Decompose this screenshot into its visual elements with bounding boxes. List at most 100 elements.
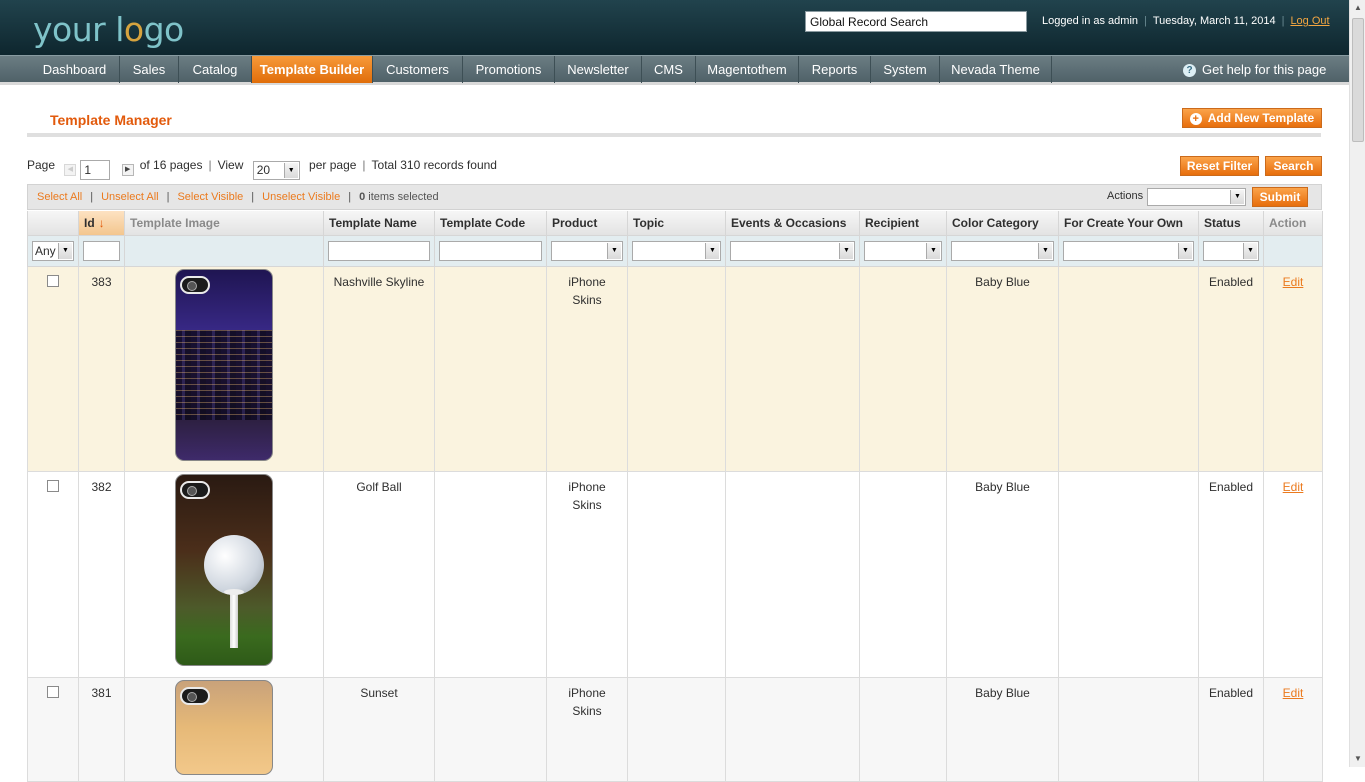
total-records: Total 310 records found bbox=[371, 158, 497, 172]
scroll-down-icon[interactable]: ▼ bbox=[1352, 754, 1364, 764]
row-checkbox[interactable] bbox=[47, 685, 59, 698]
add-new-template-button[interactable]: + Add New Template bbox=[1182, 108, 1322, 128]
logout-link[interactable]: Log Out bbox=[1290, 15, 1329, 27]
next-page-icon[interactable]: ▶ bbox=[121, 164, 134, 176]
col-product[interactable]: Product bbox=[546, 211, 628, 236]
view-label: View bbox=[217, 158, 244, 172]
chevron-down-icon: ▼ bbox=[1178, 242, 1192, 259]
filter-status-select[interactable]: ▼ bbox=[1203, 240, 1259, 261]
logo[interactable]: your logo bbox=[33, 10, 184, 49]
row-id: 383 bbox=[78, 266, 125, 472]
filter-color-select[interactable]: ▼ bbox=[951, 240, 1054, 261]
row-checkbox[interactable] bbox=[47, 274, 59, 287]
col-action: Action bbox=[1263, 211, 1323, 236]
row-events bbox=[725, 677, 860, 782]
help-text: Get help for this page bbox=[1202, 62, 1327, 77]
template-image bbox=[175, 268, 273, 461]
sort-down-icon: ↓ bbox=[98, 215, 105, 230]
filter-id-input[interactable] bbox=[83, 240, 120, 261]
grid-filter-row: Any ▼ ▼ ▼ ▼ ▼ ▼ ▼ ▼ bbox=[27, 234, 1323, 267]
col-id[interactable]: Id ↓ bbox=[78, 211, 125, 236]
filter-select-any[interactable]: Any ▼ bbox=[32, 240, 74, 261]
nav-newsletter[interactable]: Newsletter bbox=[555, 56, 642, 83]
select-all-link[interactable]: Select All bbox=[37, 191, 82, 203]
edit-link[interactable]: Edit bbox=[1283, 480, 1304, 494]
filter-create-own-select[interactable]: ▼ bbox=[1063, 240, 1194, 261]
nav-reports[interactable]: Reports bbox=[799, 56, 871, 83]
filter-events-select[interactable]: ▼ bbox=[730, 240, 855, 261]
prev-page-icon[interactable]: ◀ bbox=[64, 164, 77, 176]
submit-button[interactable]: Submit bbox=[1252, 187, 1308, 207]
actions-select[interactable]: ▼ bbox=[1147, 188, 1246, 206]
plus-icon: + bbox=[1189, 113, 1202, 125]
template-image bbox=[175, 473, 273, 666]
unselect-all-link[interactable]: Unselect All bbox=[101, 191, 158, 203]
nav-nevada-theme[interactable]: Nevada Theme bbox=[940, 56, 1052, 83]
edit-link[interactable]: Edit bbox=[1283, 275, 1304, 289]
table-row[interactable]: 381 Sunset iPhone Skins Baby Blue Enabled… bbox=[27, 677, 1323, 782]
col-recipient[interactable]: Recipient bbox=[859, 211, 947, 236]
camera-icon bbox=[180, 275, 210, 294]
chevron-down-icon: ▼ bbox=[58, 242, 72, 259]
search-button[interactable]: Search bbox=[1265, 156, 1322, 176]
template-image bbox=[175, 679, 273, 775]
logged-in-text: Logged in as admin bbox=[1042, 15, 1139, 27]
filter-code-input[interactable] bbox=[439, 240, 542, 261]
nav-customers[interactable]: Customers bbox=[373, 56, 463, 83]
edit-link[interactable]: Edit bbox=[1283, 686, 1304, 700]
reset-filter-button[interactable]: Reset Filter bbox=[1180, 156, 1259, 176]
row-checkbox[interactable] bbox=[47, 479, 59, 492]
select-visible-link[interactable]: Select Visible bbox=[177, 191, 243, 203]
col-template-code[interactable]: Template Code bbox=[434, 211, 547, 236]
filter-name-input[interactable] bbox=[328, 240, 430, 261]
main-nav: Dashboard Sales Catalog Template Builder… bbox=[0, 55, 1349, 85]
col-color-category[interactable]: Color Category bbox=[946, 211, 1059, 236]
col-create-your-own[interactable]: For Create Your Own bbox=[1058, 211, 1199, 236]
nav-magentothem[interactable]: Magentothem bbox=[696, 56, 799, 83]
per-page-select[interactable]: 20 ▼ bbox=[252, 161, 300, 180]
selected-text: items selected bbox=[368, 191, 439, 203]
table-row[interactable]: 382 Golf Ball iPhone Skins Baby Blue Enab… bbox=[27, 471, 1323, 678]
filter-product-select[interactable]: ▼ bbox=[551, 240, 623, 261]
row-events bbox=[725, 471, 860, 678]
page-label: Page bbox=[27, 158, 56, 172]
scroll-up-icon[interactable]: ▲ bbox=[1352, 3, 1364, 13]
nav-sales[interactable]: Sales bbox=[120, 56, 179, 83]
nav-catalog[interactable]: Catalog bbox=[179, 56, 252, 83]
scroll-thumb[interactable] bbox=[1352, 18, 1364, 142]
chevron-down-icon: ▼ bbox=[607, 242, 621, 259]
col-events[interactable]: Events & Occasions bbox=[725, 211, 860, 236]
col-status[interactable]: Status bbox=[1198, 211, 1264, 236]
massaction-bar: Select All | Unselect All | Select Visible | U… bbox=[27, 184, 1322, 210]
page-scrollbar[interactable]: ▲ ▼ bbox=[1349, 0, 1365, 767]
nav-promotions[interactable]: Promotions bbox=[463, 56, 555, 83]
table-row[interactable]: 383 Nashville Skyline iPhone Skins Baby B… bbox=[27, 266, 1323, 472]
row-status: Enabled bbox=[1198, 677, 1264, 782]
product-line-2: Skins bbox=[572, 497, 602, 512]
col-checkbox bbox=[27, 211, 79, 236]
row-recipient bbox=[859, 266, 947, 472]
nav-system[interactable]: System bbox=[871, 56, 940, 83]
product-line-1: iPhone bbox=[568, 274, 606, 289]
product-line-2: Skins bbox=[572, 703, 602, 718]
filter-topic-select[interactable]: ▼ bbox=[632, 240, 721, 261]
col-template-name[interactable]: Template Name bbox=[323, 211, 435, 236]
help-link[interactable]: ? Get help for this page bbox=[1183, 62, 1326, 77]
global-search-input[interactable] bbox=[805, 11, 1027, 32]
filter-recipient-select[interactable]: ▼ bbox=[864, 240, 942, 261]
title-divider bbox=[27, 133, 1321, 137]
row-color-category: Baby Blue bbox=[946, 266, 1059, 472]
logo-text-1: your l bbox=[33, 10, 124, 49]
col-topic[interactable]: Topic bbox=[627, 211, 726, 236]
row-template-name: Sunset bbox=[323, 677, 435, 782]
nav-dashboard[interactable]: Dashboard bbox=[30, 56, 120, 83]
row-recipient bbox=[859, 471, 947, 678]
nav-cms[interactable]: CMS bbox=[642, 56, 696, 83]
nav-template-builder[interactable]: Template Builder bbox=[252, 56, 373, 83]
pager: Page ◀ 1 ▶ of 16 pages | View 20 ▼ per page | T… bbox=[27, 158, 497, 180]
unselect-visible-link[interactable]: Unselect Visible bbox=[262, 191, 340, 203]
product-line-2: Skins bbox=[572, 292, 602, 307]
chevron-down-icon: ▼ bbox=[283, 163, 298, 178]
row-color-category: Baby Blue bbox=[946, 677, 1059, 782]
page-number-input[interactable]: 1 bbox=[80, 160, 111, 180]
